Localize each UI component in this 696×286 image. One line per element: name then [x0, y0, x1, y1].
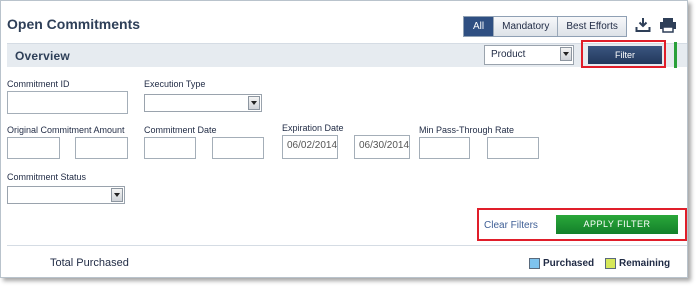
commitment-date-label: Commitment Date: [144, 125, 217, 135]
highlight-box: [477, 208, 687, 241]
execution-type-label: Execution Type: [144, 79, 206, 89]
original-amount-min-input[interactable]: [7, 137, 60, 159]
execution-type-select[interactable]: [144, 94, 262, 112]
download-icon[interactable]: [635, 17, 651, 33]
highlight-box: [581, 40, 666, 68]
page-title: Open Commitments: [7, 16, 141, 32]
min-pass-through-max-input[interactable]: [487, 137, 539, 159]
toggle-best-efforts[interactable]: Best Efforts: [557, 17, 626, 36]
commitment-type-toggle: All Mandatory Best Efforts: [463, 16, 627, 37]
chevron-down-icon[interactable]: [248, 96, 260, 110]
toggle-all[interactable]: All: [464, 17, 494, 36]
chevron-down-icon[interactable]: [111, 188, 123, 202]
accent-bar: [674, 42, 677, 68]
commitment-date-to-input[interactable]: [212, 137, 264, 159]
original-amount-max-input[interactable]: [75, 137, 128, 159]
expiration-date-label: Expiration Date: [282, 123, 344, 133]
expiration-date-from-input[interactable]: 06/02/2014: [282, 135, 338, 159]
min-pass-through-label: Min Pass-Through Rate: [419, 125, 515, 135]
commitment-date-from-input[interactable]: [144, 137, 196, 159]
overview-label: Overview: [15, 49, 70, 63]
original-amount-label: Original Commitment Amount: [7, 125, 125, 135]
legend-label-remaining: Remaining: [619, 258, 671, 269]
chevron-down-icon[interactable]: [560, 47, 572, 61]
divider: [7, 245, 687, 246]
expiration-date-to-input[interactable]: 06/30/2014: [354, 135, 410, 159]
commitment-status-label: Commitment Status: [7, 172, 87, 182]
commitment-status-select[interactable]: [7, 186, 125, 204]
commitment-id-input[interactable]: [7, 91, 128, 114]
product-select[interactable]: Product: [484, 45, 574, 65]
legend-label-purchased: Purchased: [543, 258, 595, 269]
commitment-id-label: Commitment ID: [7, 79, 70, 89]
min-pass-through-min-input[interactable]: [419, 137, 470, 159]
print-icon[interactable]: [659, 17, 677, 33]
legend-swatch-purchased: [529, 258, 540, 269]
toggle-mandatory[interactable]: Mandatory: [493, 17, 558, 36]
legend-swatch-remaining: [605, 258, 616, 269]
open-commitments-panel: Open Commitments All Mandatory Best Effo…: [0, 0, 688, 278]
total-purchased-label: Total Purchased: [50, 257, 129, 269]
product-select-value: Product: [491, 49, 526, 60]
